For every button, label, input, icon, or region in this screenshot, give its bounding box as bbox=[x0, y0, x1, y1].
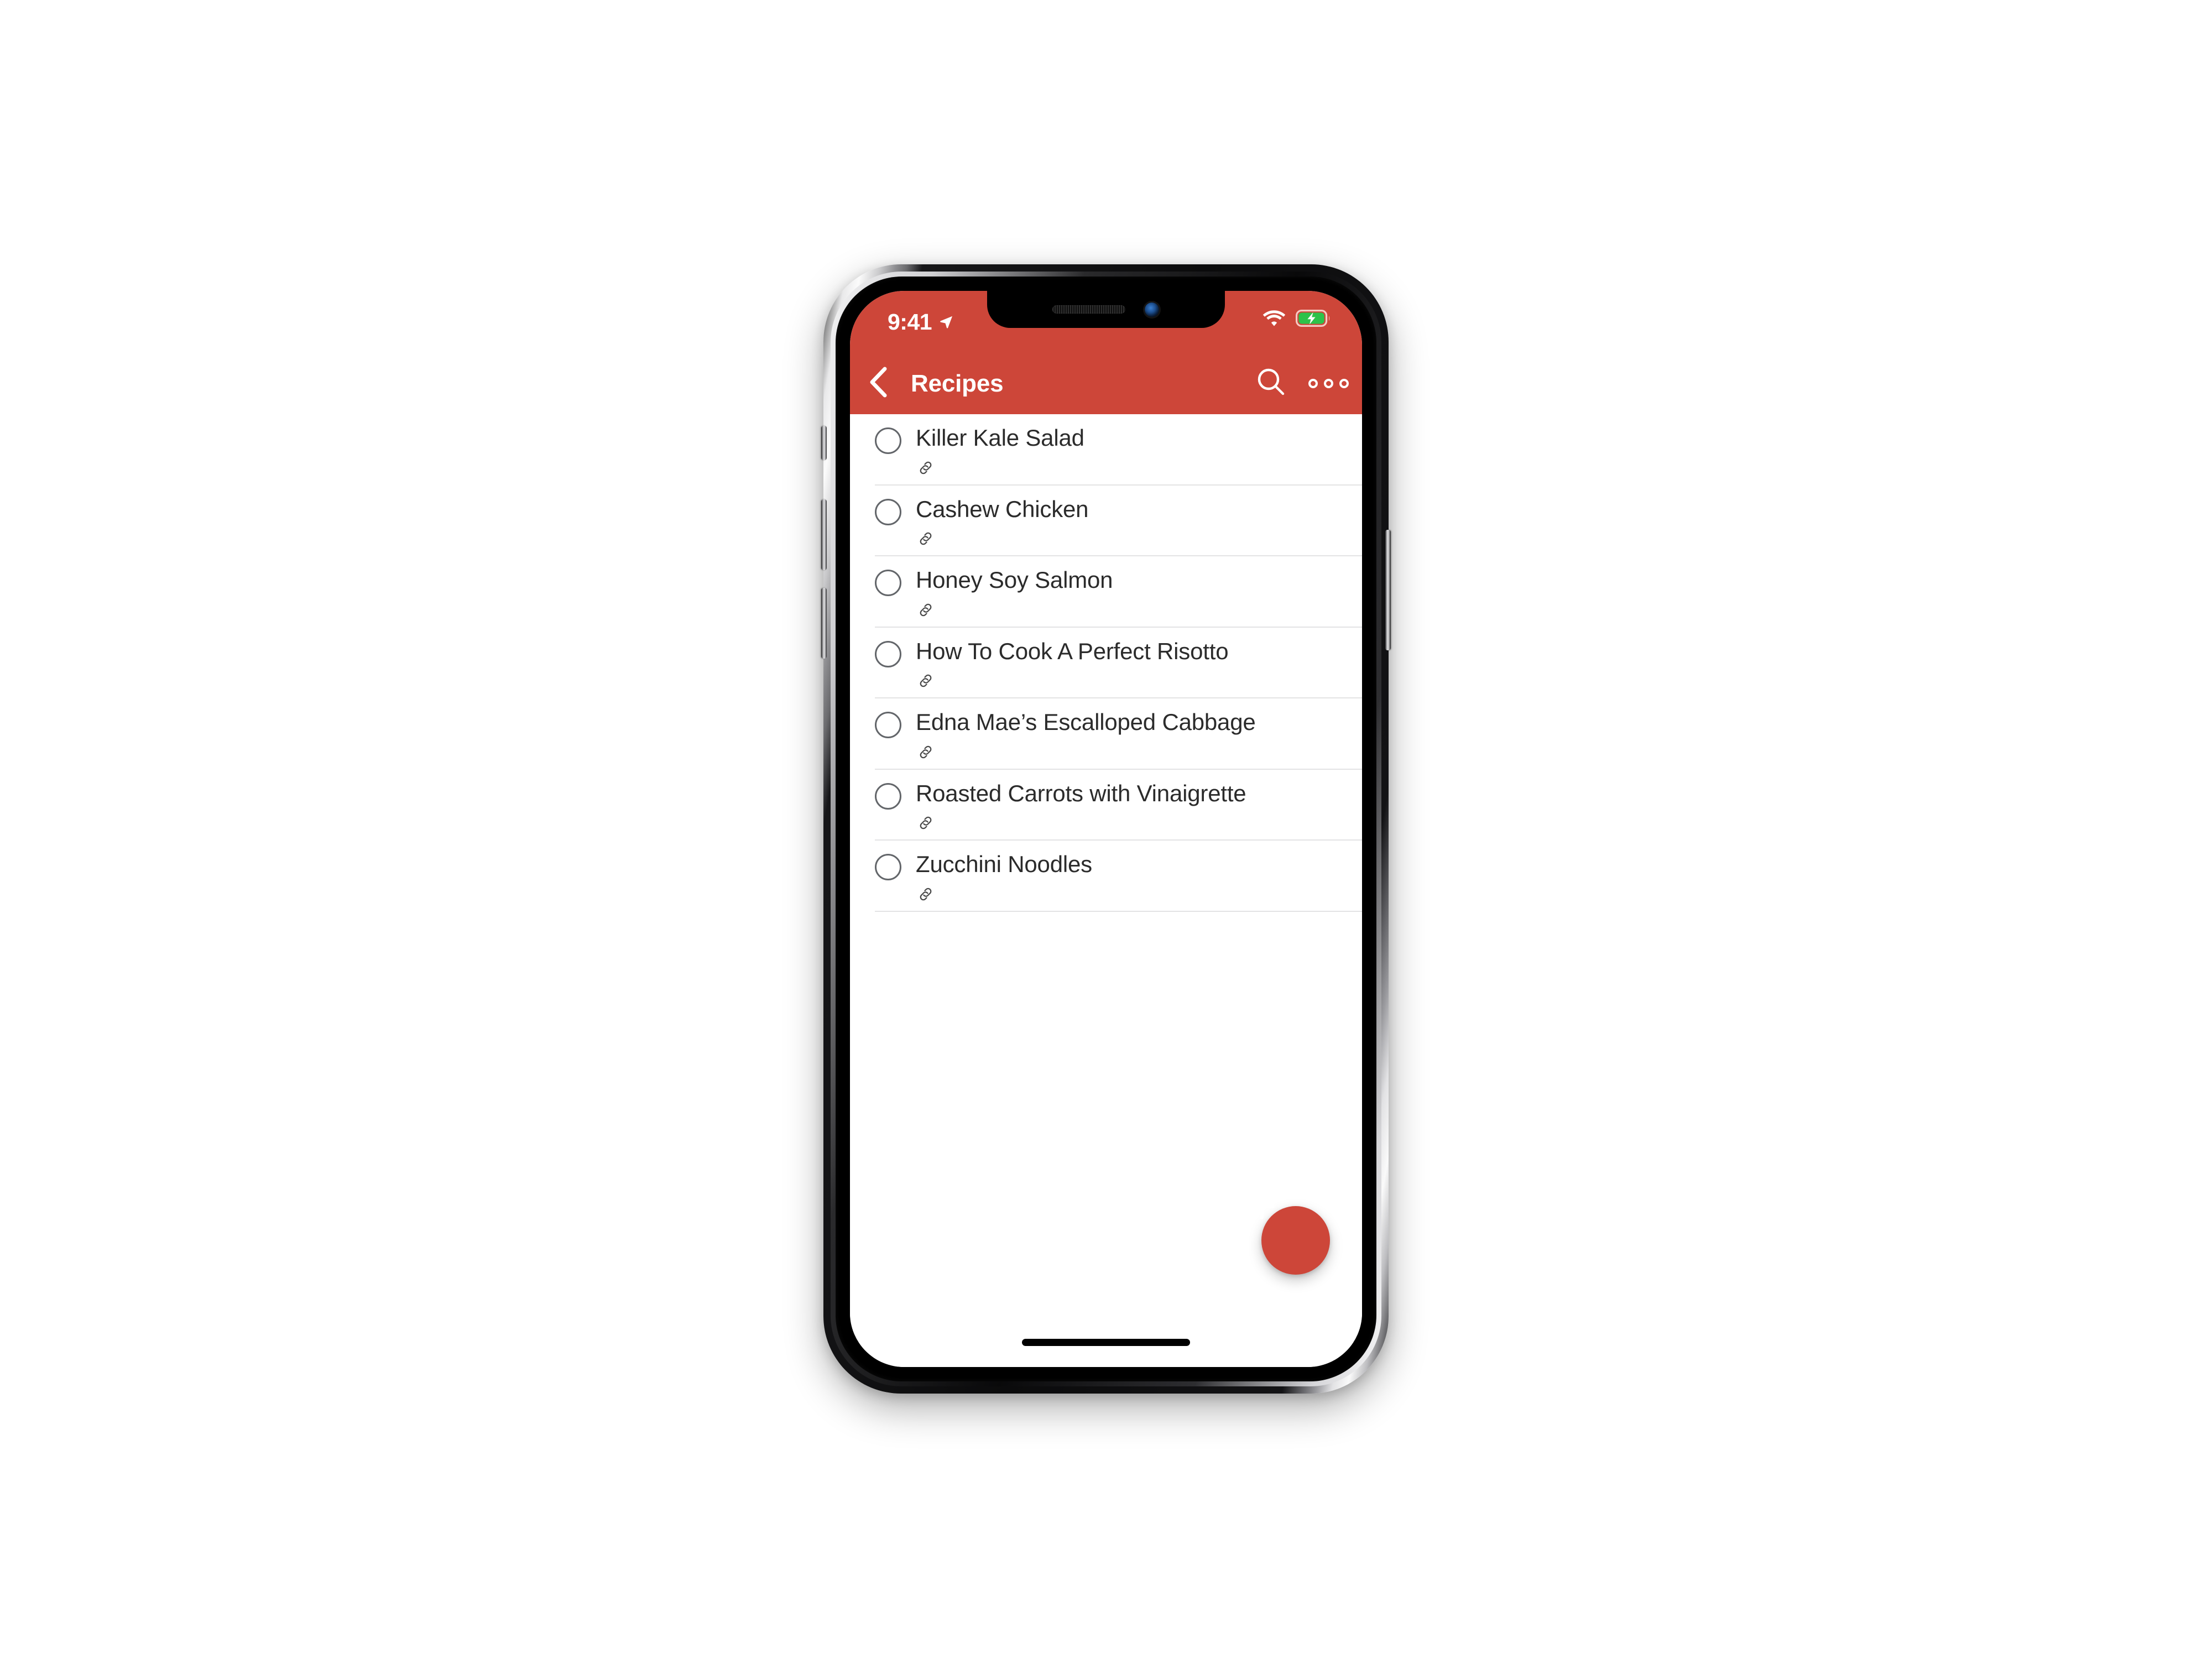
clock-label: 9:41 bbox=[888, 309, 932, 335]
recipe-list-item[interactable]: Honey Soy Salmon bbox=[850, 556, 1362, 628]
recipe-checkbox[interactable] bbox=[875, 427, 901, 454]
recipe-text-block: How To Cook A Perfect Risotto bbox=[916, 638, 1229, 691]
recipe-checkbox[interactable] bbox=[875, 640, 901, 667]
recipe-text-block: Killer Kale Salad bbox=[916, 425, 1084, 478]
dot-3 bbox=[1339, 379, 1349, 388]
recipe-title: Roasted Carrots with Vinaigrette bbox=[916, 780, 1246, 806]
device-notch bbox=[987, 291, 1225, 328]
recipe-row-content: Edna Mae’s Escalloped Cabbage bbox=[850, 710, 1362, 762]
recipe-title: Zucchini Noodles bbox=[916, 851, 1092, 878]
silent-switch-button[interactable] bbox=[821, 426, 827, 460]
recipe-list-item[interactable]: Killer Kale Salad bbox=[850, 414, 1362, 486]
battery-charging-icon bbox=[1296, 310, 1330, 330]
recipe-row-content: Killer Kale Salad bbox=[850, 425, 1362, 478]
back-button[interactable] bbox=[850, 353, 907, 414]
recipe-title: Cashew Chicken bbox=[916, 495, 1089, 522]
canvas: 9:41 Recipes Killer Kale Salad Cashew Ch… bbox=[0, 0, 2212, 1659]
recipe-list-item[interactable]: Cashew Chicken bbox=[850, 486, 1362, 557]
recipe-list-item[interactable]: Edna Mae’s Escalloped Cabbage bbox=[850, 698, 1362, 770]
volume-down-button[interactable] bbox=[821, 588, 827, 659]
front-camera-icon bbox=[1145, 302, 1159, 317]
recipe-checkbox[interactable] bbox=[875, 782, 901, 810]
location-arrow-icon bbox=[938, 311, 954, 333]
search-icon bbox=[1256, 367, 1287, 400]
iphone-device-mockup: 9:41 Recipes Killer Kale Salad Cashew Ch… bbox=[821, 264, 1391, 1394]
recipe-text-block: Edna Mae’s Escalloped Cabbage bbox=[916, 710, 1256, 762]
home-indicator[interactable] bbox=[1022, 1339, 1190, 1346]
recipe-checkbox[interactable] bbox=[875, 570, 901, 597]
recipe-checkbox[interactable] bbox=[875, 712, 901, 739]
recipe-checkbox[interactable] bbox=[875, 854, 901, 881]
more-options-button[interactable] bbox=[1298, 353, 1359, 414]
link-icon[interactable] bbox=[916, 884, 1092, 904]
recipe-title: How To Cook A Perfect Risotto bbox=[916, 638, 1229, 664]
status-bar-right bbox=[1262, 310, 1330, 330]
recipe-row-content: Honey Soy Salmon bbox=[850, 568, 1362, 620]
link-icon[interactable] bbox=[916, 458, 1084, 478]
recipe-text-block: Zucchini Noodles bbox=[916, 852, 1092, 904]
recipe-title: Honey Soy Salmon bbox=[916, 567, 1113, 593]
link-icon[interactable] bbox=[916, 529, 1088, 549]
link-icon[interactable] bbox=[916, 671, 1228, 691]
link-icon[interactable] bbox=[916, 813, 1246, 833]
row-divider bbox=[875, 910, 1362, 912]
recipe-row-content: Cashew Chicken bbox=[850, 497, 1362, 549]
link-icon[interactable] bbox=[916, 742, 1256, 762]
recipe-title: Killer Kale Salad bbox=[916, 425, 1084, 451]
add-recipe-fab[interactable] bbox=[1248, 1193, 1330, 1275]
volume-up-button[interactable] bbox=[821, 499, 827, 570]
recipe-row-content: Zucchini Noodles bbox=[850, 852, 1362, 904]
link-icon[interactable] bbox=[916, 600, 1113, 620]
more-options-icon bbox=[1308, 379, 1349, 388]
navigation-bar: Recipes bbox=[850, 353, 1362, 414]
power-button[interactable] bbox=[1385, 530, 1391, 650]
recipe-checkbox[interactable] bbox=[875, 498, 901, 525]
recipe-row-content: Roasted Carrots with Vinaigrette bbox=[850, 781, 1362, 833]
recipe-row-content: How To Cook A Perfect Risotto bbox=[850, 639, 1362, 691]
phone-screen: 9:41 Recipes Killer Kale Salad Cashew Ch… bbox=[850, 291, 1362, 1367]
page-title: Recipes bbox=[911, 369, 1004, 397]
wifi-icon bbox=[1262, 310, 1286, 330]
recipe-text-block: Roasted Carrots with Vinaigrette bbox=[916, 781, 1246, 833]
dot-2 bbox=[1323, 379, 1333, 388]
recipe-list-item[interactable]: Zucchini Noodles bbox=[850, 841, 1362, 912]
recipe-list-item[interactable]: Roasted Carrots with Vinaigrette bbox=[850, 770, 1362, 841]
recipe-title: Edna Mae’s Escalloped Cabbage bbox=[916, 709, 1256, 735]
earpiece-speaker-icon bbox=[1052, 305, 1125, 314]
chevron-left-icon bbox=[868, 366, 890, 401]
search-button[interactable] bbox=[1245, 353, 1298, 414]
dot-1 bbox=[1308, 379, 1318, 388]
recipe-text-block: Honey Soy Salmon bbox=[916, 568, 1113, 620]
recipe-list-item[interactable]: How To Cook A Perfect Risotto bbox=[850, 628, 1362, 699]
recipe-text-block: Cashew Chicken bbox=[916, 495, 1089, 549]
status-bar-left: 9:41 bbox=[888, 311, 954, 333]
